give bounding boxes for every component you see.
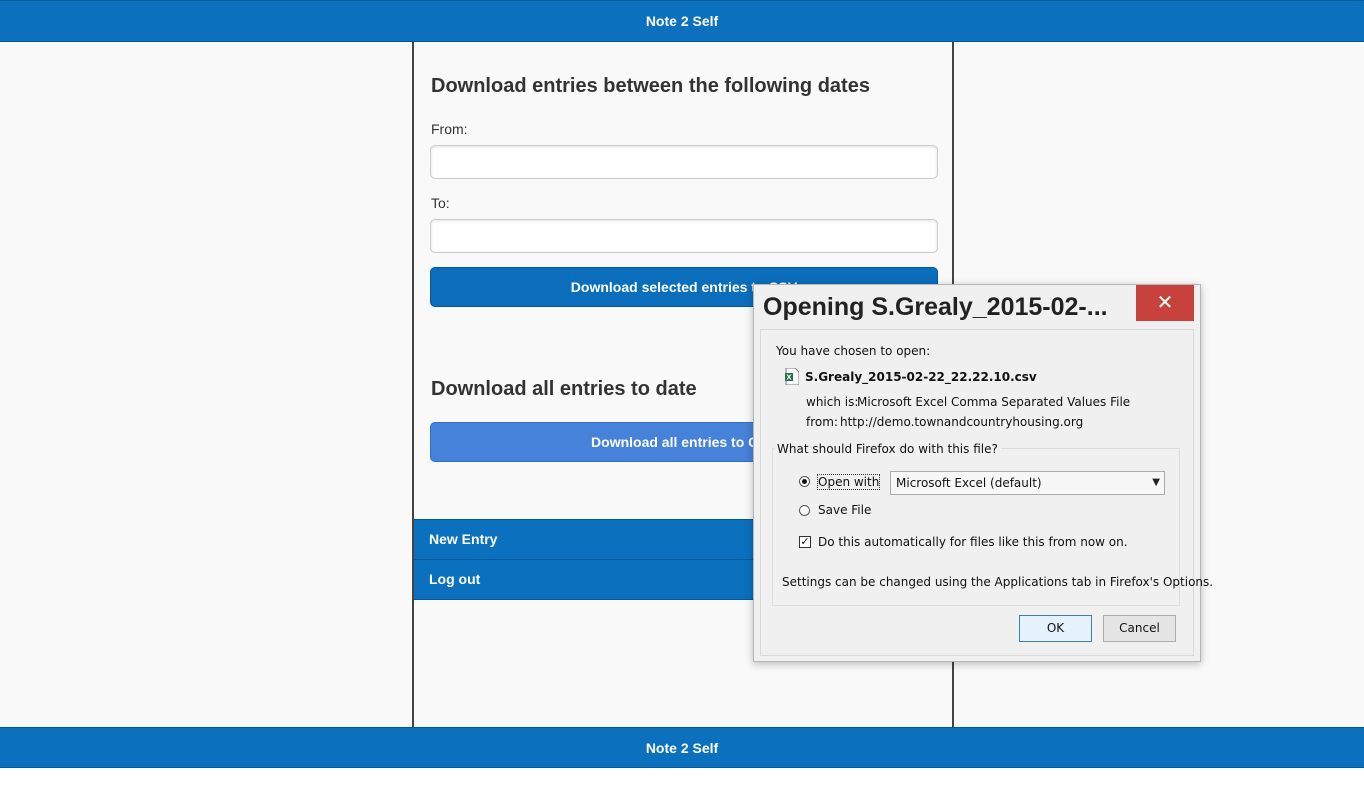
open-with-select[interactable]: Microsoft Excel (default) ▼ [890,471,1165,495]
date-range-heading: Download entries between the following d… [431,75,870,97]
app-footer: Note 2 Self [0,727,1364,768]
save-file-label[interactable]: Save File [818,503,871,517]
to-date-input[interactable] [430,219,938,253]
app-header: Note 2 Self [0,0,1364,42]
excel-file-icon: X [785,368,799,385]
all-entries-heading: Download all entries to date [431,378,697,400]
app-title: Note 2 Self [645,13,719,29]
which-is-label: which is: [806,395,859,409]
action-question: What should Firefox do with this file? [774,442,1001,456]
dialog-body: You have chosen to open: X S.Grealy_2015… [760,329,1213,656]
open-with-app: Microsoft Excel (default) [896,476,1042,490]
dialog-title: Opening S.Grealy_2015-02-... [763,293,1108,321]
chevron-down-icon: ▼ [1152,477,1160,488]
from-label: From: [431,121,468,137]
from-date-input[interactable] [430,145,938,179]
open-with-label[interactable]: Open with [816,474,881,490]
auto-label[interactable]: Do this automatically for files like thi… [818,535,1128,549]
ok-button[interactable]: OK [1019,615,1092,642]
dialog-intro: You have chosen to open: [776,344,931,358]
to-label: To: [431,195,450,211]
from-url: http://demo.townandcountryhousing.org [840,415,1084,429]
close-icon: ✕ [1156,290,1174,314]
dialog-close-button[interactable]: ✕ [1136,285,1194,321]
settings-note: Settings can be changed using the Applic… [782,575,1214,589]
which-is-value: Microsoft Excel Comma Separated Values F… [857,395,1131,409]
save-file-radio[interactable] [799,505,810,516]
cancel-button[interactable]: Cancel [1103,615,1176,642]
open-with-radio[interactable] [799,476,810,487]
footer-title: Note 2 Self [645,740,719,756]
from-label: from: [806,415,838,429]
file-open-dialog: Opening S.Grealy_2015-02-... ✕ You have … [753,284,1213,662]
dialog-filename: S.Grealy_2015-02-22_22.22.10.csv [805,370,1037,384]
svg-text:X: X [786,374,792,382]
auto-checkbox[interactable]: ✓ [799,536,811,548]
